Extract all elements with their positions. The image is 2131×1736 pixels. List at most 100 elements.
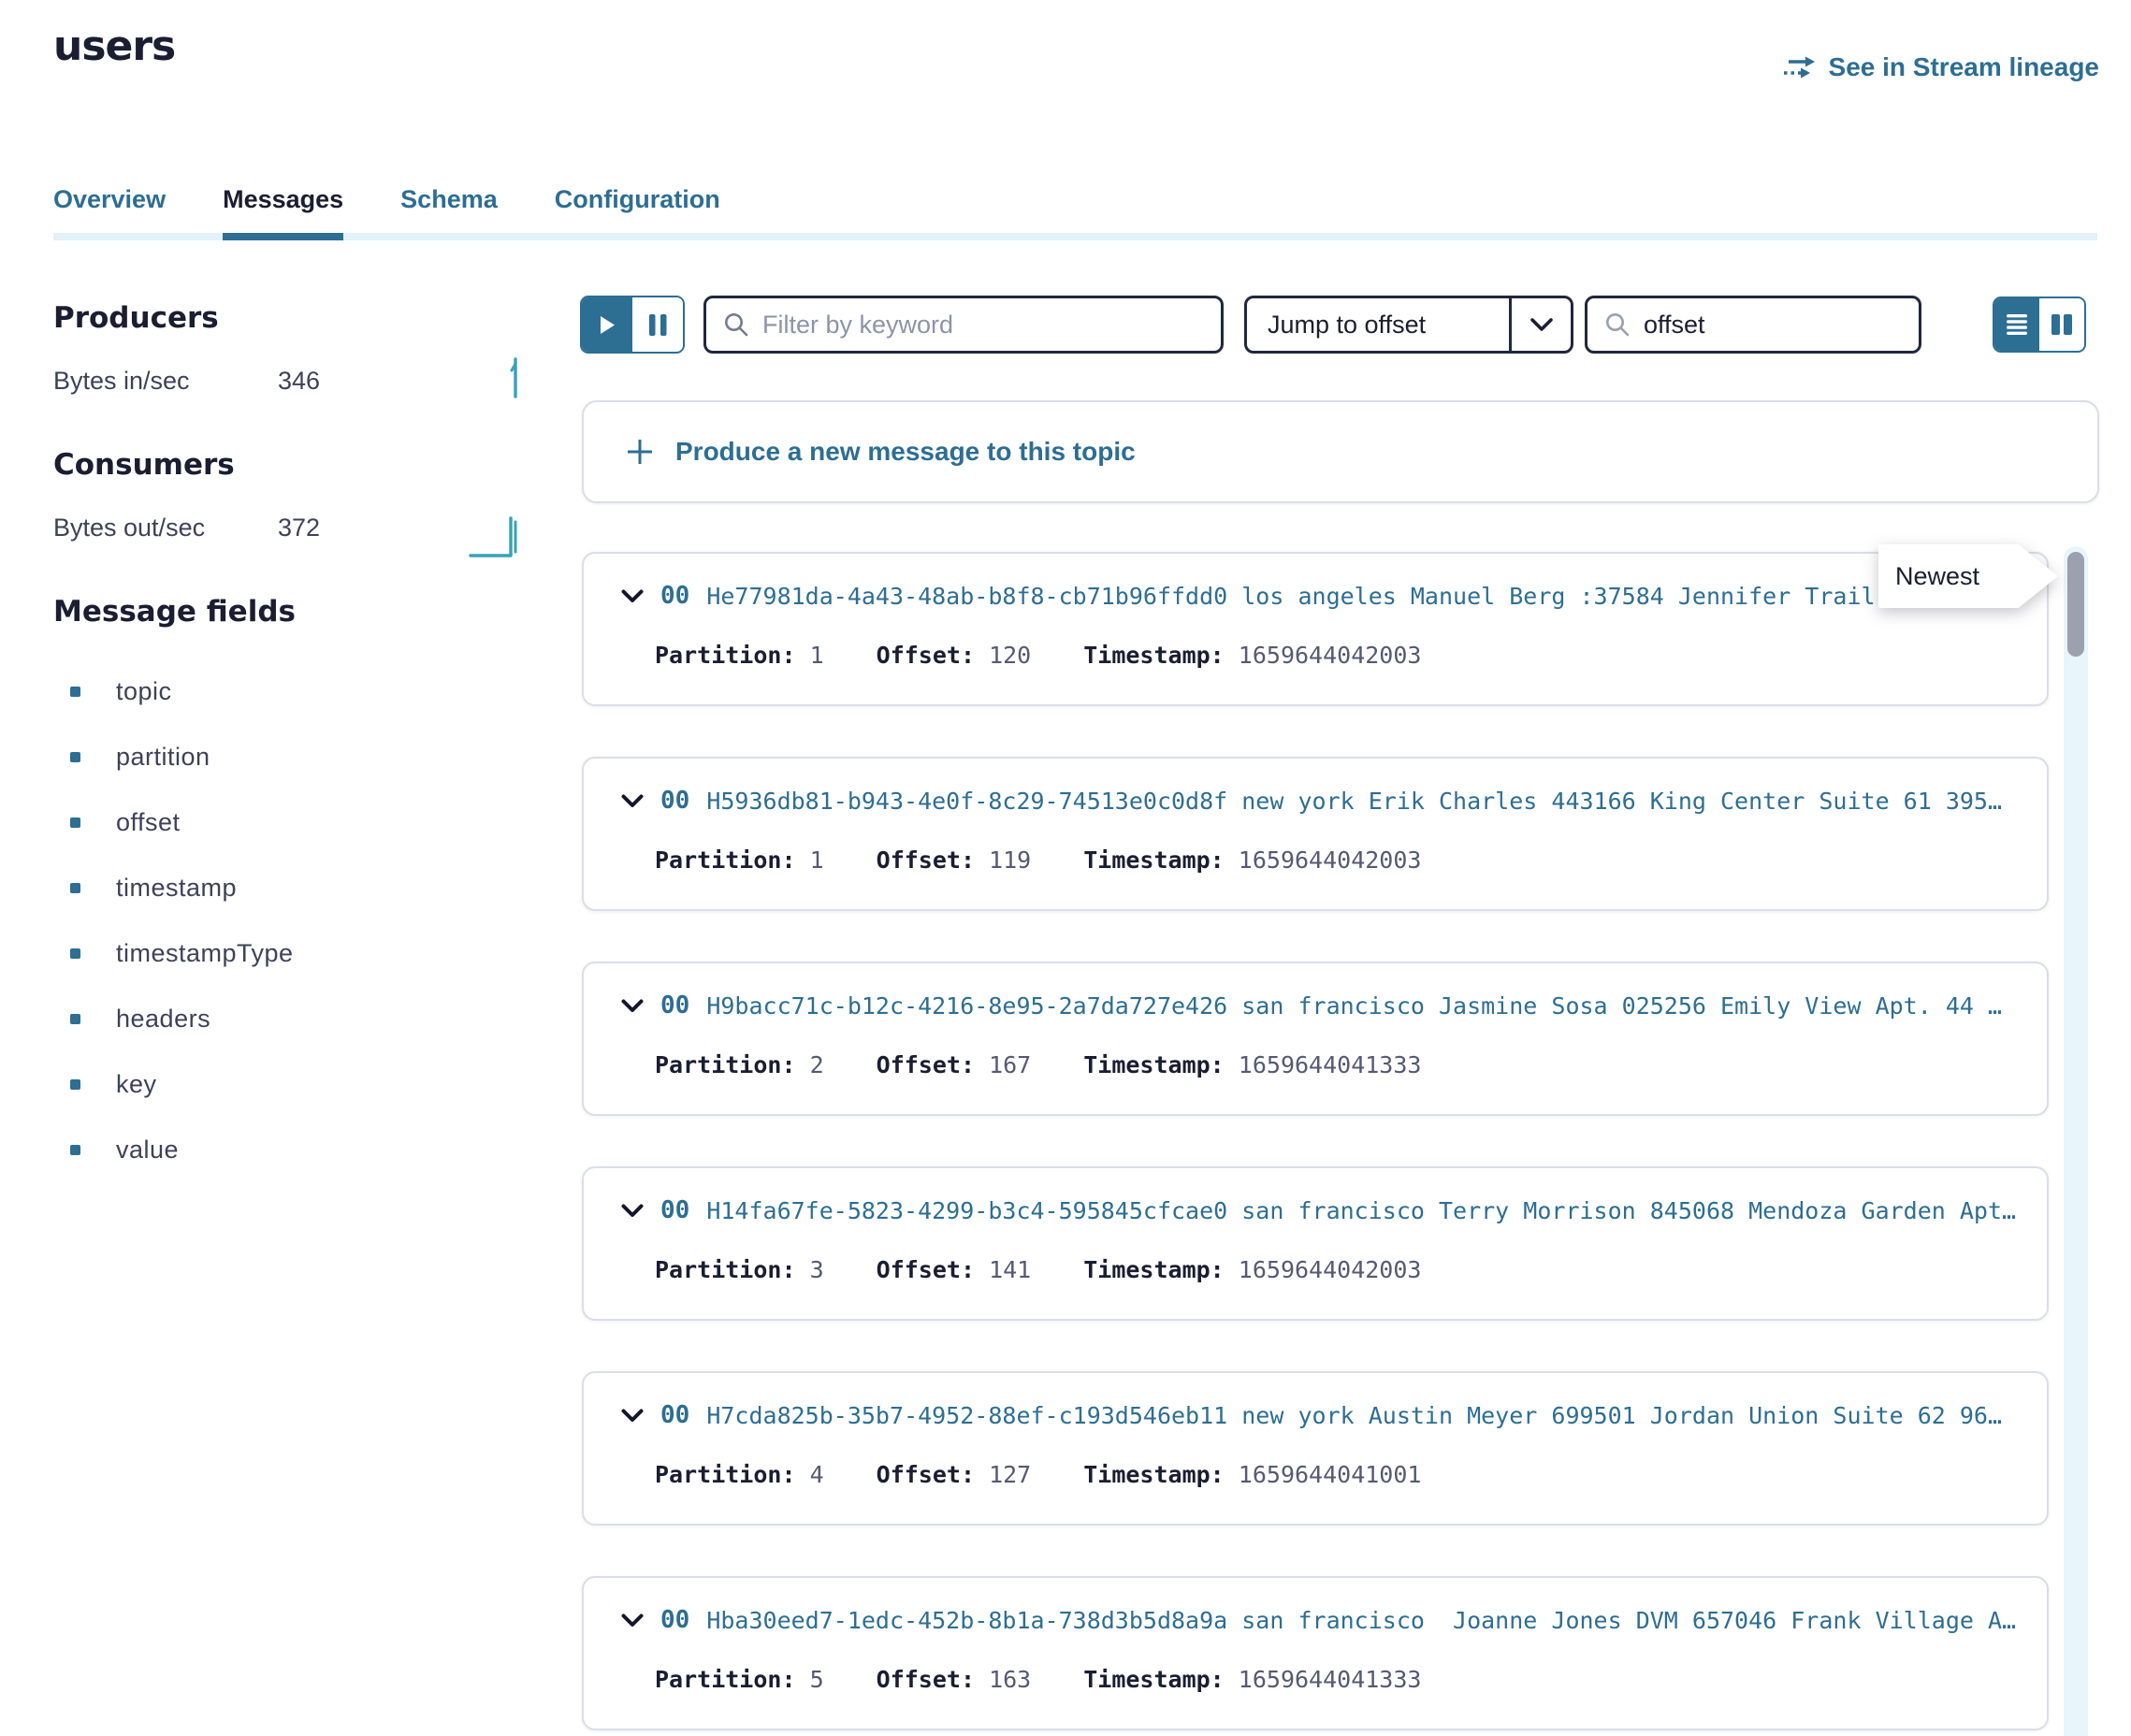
bytes-in-metric: Bytes in/sec 346: [53, 367, 540, 396]
plus-icon: [625, 437, 655, 467]
card-view-button[interactable]: [2039, 298, 2084, 351]
partition-value: 3: [810, 1256, 824, 1283]
chevron-down-icon[interactable]: [621, 1409, 644, 1423]
message-field-item: partition: [53, 741, 540, 773]
message-fields-heading: Message fields: [53, 595, 540, 629]
timestamp-value: 1659644041333: [1239, 1666, 1422, 1693]
partition-field: Partition: 3: [655, 1256, 824, 1283]
message-meta: Partition: 2 Offset: 167 Timestamp: 1659…: [655, 1051, 1421, 1078]
message-summary: H9bacc71c-b12c-4216-8e95-2a7da727e426 sa…: [706, 992, 2002, 1020]
jump-to-offset-value: Jump to offset: [1247, 311, 1509, 340]
bytes-out-sparkline: [468, 511, 526, 561]
timestamp-label: Timestamp:: [1083, 1256, 1225, 1283]
message-summary-row[interactable]: 00 H9bacc71c-b12c-4216-8e95-2a7da727e426…: [621, 991, 2026, 1020]
message-card[interactable]: 00 He77981da-4a43-48ab-b8f8-cb71b96ffdd0…: [582, 552, 2049, 706]
message-field-item: offset: [53, 806, 540, 838]
list-view-icon: [2005, 312, 2029, 337]
message-summary: H5936db81-b943-4e0f-8c29-74513e0c0d8f ne…: [706, 788, 2002, 815]
bytes-in-value: 346: [278, 367, 320, 396]
message-card[interactable]: 00 Hba30eed7-1edc-452b-8b1a-738d3b5d8a9a…: [582, 1576, 2049, 1730]
chevron-down-icon[interactable]: [621, 1204, 644, 1218]
message-list: 00 He77981da-4a43-48ab-b8f8-cb71b96ffdd0…: [582, 552, 2049, 1730]
view-mode-toggle: [1993, 297, 2086, 353]
timestamp-field: Timestamp: 1659644041001: [1083, 1461, 1421, 1488]
produce-message-button[interactable]: Produce a new message to this topic: [582, 400, 2099, 503]
keyword-filter-input[interactable]: [762, 311, 1204, 340]
offset-field: Offset: 141: [877, 1256, 1032, 1283]
offset-value: 119: [989, 846, 1031, 874]
stream-lineage-label: See in Stream lineage: [1829, 52, 2099, 82]
partition-value: 4: [810, 1461, 824, 1488]
timestamp-field: Timestamp: 1659644041333: [1083, 1051, 1421, 1078]
tab-configuration[interactable]: Configuration: [555, 185, 720, 233]
play-pause-toggle: [580, 296, 685, 354]
offset-label: Offset:: [877, 1666, 975, 1693]
newest-tooltip-label: Newest: [1878, 544, 2058, 608]
timestamp-label: Timestamp:: [1083, 1461, 1225, 1488]
square-bullet-icon: [70, 883, 80, 893]
message-summary: He77981da-4a43-48ab-b8f8-cb71b96ffdd0 lo…: [706, 583, 1903, 610]
chevron-down-icon[interactable]: [621, 589, 644, 603]
play-button[interactable]: [582, 297, 632, 352]
pause-icon: [649, 314, 667, 336]
message-summary: H14fa67fe-5823-4299-b3c4-595845cfcae0 sa…: [706, 1197, 2016, 1224]
sidebar: Producers Bytes in/sec 346 Consumers Byt…: [53, 301, 540, 1199]
message-summary-row[interactable]: 00 H5936db81-b943-4e0f-8c29-74513e0c0d8f…: [621, 787, 2026, 815]
stream-lineage-link[interactable]: See in Stream lineage: [1782, 52, 2099, 82]
offset-search-input[interactable]: [1644, 311, 1902, 340]
scrollbar-thumb[interactable]: [2067, 552, 2084, 657]
search-icon: [1604, 311, 1631, 338]
offset-search-box: [1585, 296, 1921, 354]
chevron-down-icon[interactable]: [1512, 317, 1571, 332]
partition-label: Partition:: [655, 1051, 796, 1078]
partition-field: Partition: 1: [655, 846, 824, 874]
square-bullet-icon: [70, 1079, 80, 1090]
chevron-down-icon[interactable]: [621, 1613, 644, 1628]
offset-field: Offset: 119: [877, 846, 1032, 874]
message-summary-row[interactable]: 00 He77981da-4a43-48ab-b8f8-cb71b96ffdd0…: [621, 582, 2026, 610]
chevron-down-icon[interactable]: [621, 794, 644, 808]
tab-schema[interactable]: Schema: [400, 185, 498, 233]
message-summary-row[interactable]: 00 H14fa67fe-5823-4299-b3c4-595845cfcae0…: [621, 1196, 2026, 1224]
message-summary-row[interactable]: 00 Hba30eed7-1edc-452b-8b1a-738d3b5d8a9a…: [621, 1606, 2026, 1634]
partition-field: Partition: 5: [655, 1666, 824, 1693]
message-card[interactable]: 00 H5936db81-b943-4e0f-8c29-74513e0c0d8f…: [582, 757, 2049, 911]
produce-message-label: Produce a new message to this topic: [675, 437, 1136, 467]
binary-key-icon: 00: [660, 787, 689, 815]
pause-button[interactable]: [632, 297, 683, 352]
timestamp-field: Timestamp: 1659644042003: [1083, 642, 1421, 669]
partition-field: Partition: 4: [655, 1461, 824, 1488]
message-field-label: timestampType: [116, 939, 294, 968]
timestamp-label: Timestamp:: [1083, 846, 1225, 874]
bytes-out-value: 372: [278, 514, 320, 542]
timestamp-value: 1659644042003: [1239, 1256, 1422, 1283]
chevron-down-icon[interactable]: [621, 999, 644, 1013]
message-card[interactable]: 00 H9bacc71c-b12c-4216-8e95-2a7da727e426…: [582, 962, 2049, 1116]
offset-value: 141: [989, 1256, 1031, 1283]
message-meta: Partition: 3 Offset: 141 Timestamp: 1659…: [655, 1256, 1421, 1283]
play-icon: [600, 315, 616, 335]
offset-value: 167: [989, 1051, 1031, 1078]
list-view-button[interactable]: [1994, 298, 2039, 351]
message-field-item: headers: [53, 1003, 540, 1034]
timestamp-value: 1659644042003: [1239, 642, 1422, 669]
tab-overview[interactable]: Overview: [53, 185, 166, 233]
message-meta: Partition: 5 Offset: 163 Timestamp: 1659…: [655, 1666, 1421, 1693]
message-field-label: timestamp: [116, 874, 237, 903]
message-summary-row[interactable]: 00 H7cda825b-35b7-4952-88ef-c193d546eb11…: [621, 1401, 2026, 1429]
message-card[interactable]: 00 H14fa67fe-5823-4299-b3c4-595845cfcae0…: [582, 1166, 2049, 1321]
tab-messages[interactable]: Messages: [223, 185, 343, 233]
partition-value: 5: [810, 1666, 824, 1693]
offset-field: Offset: 163: [877, 1666, 1032, 1693]
message-card[interactable]: 00 H7cda825b-35b7-4952-88ef-c193d546eb11…: [582, 1371, 2049, 1526]
jump-to-offset-select[interactable]: Jump to offset: [1244, 296, 1573, 354]
message-meta: Partition: 4 Offset: 127 Timestamp: 1659…: [655, 1461, 1421, 1488]
partition-label: Partition:: [655, 1461, 796, 1488]
message-field-label: headers: [116, 1005, 210, 1034]
timestamp-field: Timestamp: 1659644041333: [1083, 1666, 1421, 1693]
binary-key-icon: 00: [660, 1196, 689, 1224]
timestamp-value: 1659644041001: [1239, 1461, 1422, 1488]
scrollbar-track[interactable]: [2064, 546, 2088, 1736]
message-field-label: offset: [116, 808, 181, 837]
binary-key-icon: 00: [660, 1606, 689, 1634]
